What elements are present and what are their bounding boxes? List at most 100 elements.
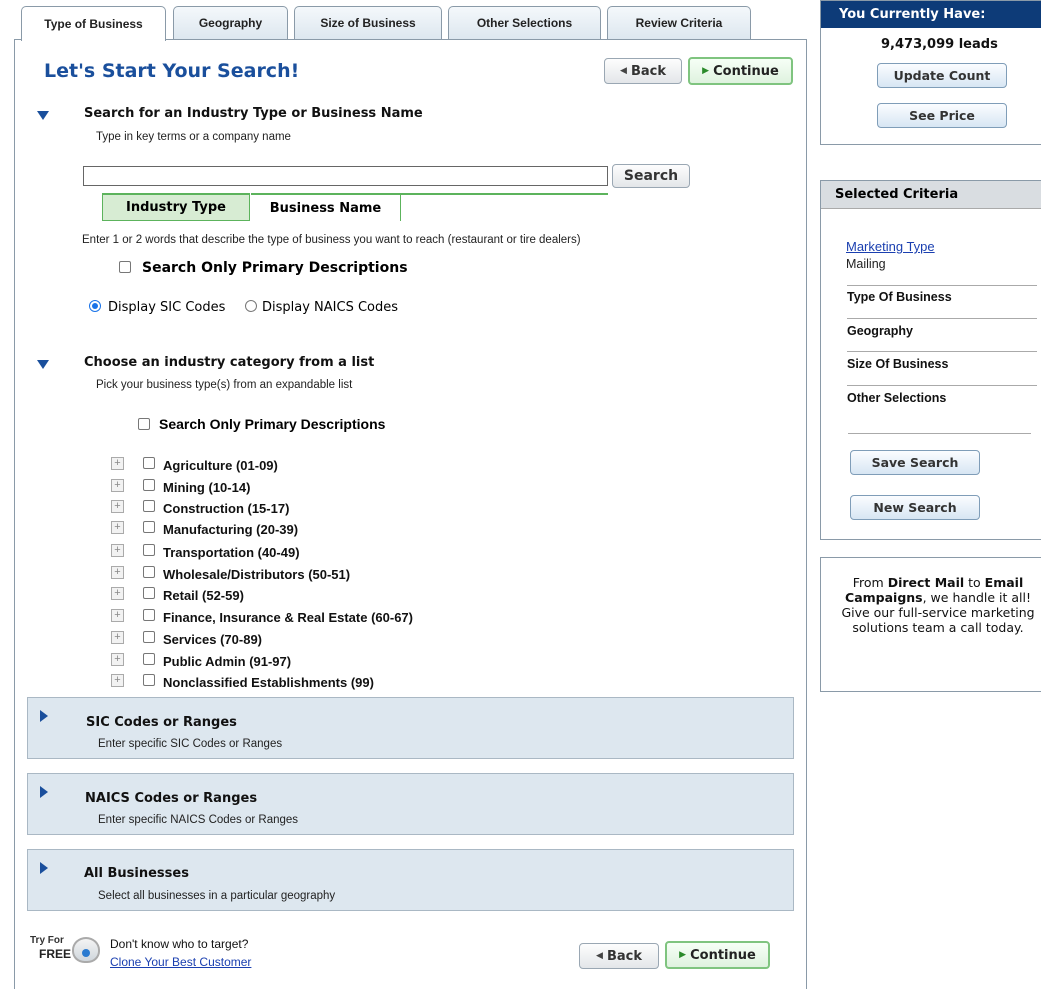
criteria-header: Selected Criteria	[821, 181, 1041, 209]
continue-button-label: Continue	[713, 63, 779, 79]
expand-triangle-icon[interactable]	[37, 360, 49, 369]
subtab-line-right	[401, 193, 608, 195]
sic-radio[interactable]	[89, 300, 101, 312]
right-arrow-icon: ▶	[702, 66, 710, 76]
save-search-button[interactable]: Save Search	[850, 450, 980, 475]
industry-checkbox[interactable]	[143, 653, 155, 665]
industry-checkbox[interactable]	[143, 609, 155, 621]
expand-triangle-icon[interactable]	[40, 710, 48, 722]
expand-plus-icon[interactable]: +	[111, 566, 124, 579]
section-title-all-businesses: All Businesses	[84, 866, 189, 881]
lead-count-value: 9,473,099 leads	[881, 37, 998, 52]
divider	[847, 385, 1037, 386]
mouse-icon	[72, 937, 100, 963]
tab-size-of-business[interactable]: Size of Business	[294, 6, 442, 39]
section-subtitle: Type in key terms or a company name	[96, 131, 291, 143]
footer-question: Don't know who to target?	[110, 937, 249, 951]
see-price-button[interactable]: See Price	[877, 103, 1007, 128]
industry-checkbox[interactable]	[143, 566, 155, 578]
industry-checkbox[interactable]	[143, 500, 155, 512]
section-title-industry-search: Search for an Industry Type or Business …	[84, 106, 423, 121]
industry-checkbox[interactable]	[143, 587, 155, 599]
expand-triangle-icon[interactable]	[40, 862, 48, 874]
footer-continue-button[interactable]: ▶ Continue	[665, 941, 770, 969]
expand-plus-icon[interactable]: +	[111, 609, 124, 622]
industry-label: Retail (52-59)	[163, 588, 244, 603]
industry-label: Construction (15-17)	[163, 501, 290, 516]
clone-customer-link[interactable]: Clone Your Best Customer	[110, 955, 251, 969]
expand-plus-icon[interactable]: +	[111, 479, 124, 492]
industry-label: Mining (10-14)	[163, 480, 251, 495]
industry-checkbox[interactable]	[143, 631, 155, 643]
industry-checkbox[interactable]	[143, 674, 155, 686]
primary-only-label: Search Only Primary Descriptions	[142, 260, 408, 276]
expand-triangle-icon[interactable]	[37, 111, 49, 120]
naics-radio[interactable]	[245, 300, 257, 312]
section-title-naics-codes: NAICS Codes or Ranges	[85, 791, 258, 806]
primary-only-label: Search Only Primary Descriptions	[159, 416, 386, 432]
subtab-industry-type[interactable]: Industry Type	[102, 193, 250, 221]
lead-count-panel: You Currently Have: 9,473,099 leads Upda…	[820, 0, 1041, 145]
section-subtitle: Select all businesses in a particular ge…	[98, 890, 336, 902]
tab-review-criteria[interactable]: Review Criteria	[607, 6, 751, 39]
divider	[847, 285, 1037, 286]
industry-checkbox[interactable]	[143, 544, 155, 556]
sic-radio-label: Display SIC Codes	[108, 300, 226, 315]
page-title: Let's Start Your Search!	[44, 60, 300, 82]
try-for-label: Try For	[30, 935, 64, 946]
industry-label: Public Admin (91-97)	[163, 654, 292, 669]
industry-label: Nonclassified Establishments (99)	[163, 675, 374, 690]
criteria-type-of-business: Type Of Business	[847, 290, 952, 304]
naics-radio-label: Display NAICS Codes	[262, 300, 399, 315]
new-search-button[interactable]: New Search	[850, 495, 980, 520]
industry-checkbox[interactable]	[143, 479, 155, 491]
tab-other-selections[interactable]: Other Selections	[448, 6, 601, 39]
divider	[847, 351, 1037, 352]
expand-plus-icon[interactable]: +	[111, 587, 124, 600]
industry-label: Manufacturing (20-39)	[163, 522, 299, 537]
sic-codes-section[interactable]: SIC Codes or Ranges Enter specific SIC C…	[27, 697, 794, 759]
try-free-badge[interactable]: Try For FREE	[30, 935, 102, 971]
industry-label: Finance, Insurance & Real Estate (60-67)	[163, 610, 413, 625]
expand-plus-icon[interactable]: +	[111, 653, 124, 666]
search-button[interactable]: Search	[612, 164, 690, 188]
industry-checkbox[interactable]	[143, 521, 155, 533]
back-button[interactable]: ◀ Back	[604, 58, 682, 84]
continue-button-label: Continue	[690, 947, 756, 963]
footer-back-button[interactable]: ◀ Back	[579, 943, 659, 969]
section-subtitle: Enter specific SIC Codes or Ranges	[98, 738, 283, 750]
search-input[interactable]	[83, 166, 608, 186]
marketing-type-value: Mailing	[846, 257, 886, 271]
update-count-button[interactable]: Update Count	[877, 63, 1007, 88]
criteria-other-selections: Other Selections	[847, 391, 947, 405]
back-button-label: Back	[606, 948, 642, 964]
industry-hint: Enter 1 or 2 words that describe the typ…	[82, 234, 581, 246]
expand-plus-icon[interactable]: +	[111, 521, 124, 534]
right-arrow-icon: ▶	[679, 950, 687, 960]
marketing-type-link[interactable]: Marketing Type	[846, 239, 935, 254]
section-title-sic-codes: SIC Codes or Ranges	[86, 715, 237, 730]
continue-button[interactable]: ▶ Continue	[688, 57, 793, 85]
industry-checkbox[interactable]	[143, 457, 155, 469]
promo-panel: From Direct Mail to Email Campaigns, we …	[820, 557, 1041, 692]
criteria-geography: Geography	[847, 324, 913, 338]
count-header: You Currently Have:	[821, 1, 1041, 28]
primary-only-checkbox[interactable]	[119, 261, 131, 273]
expand-plus-icon[interactable]: +	[111, 631, 124, 644]
section-subtitle: Pick your business type(s) from an expan…	[96, 379, 353, 391]
expand-plus-icon[interactable]: +	[111, 500, 124, 513]
expand-plus-icon[interactable]: +	[111, 544, 124, 557]
tab-geography[interactable]: Geography	[173, 6, 288, 39]
subtab-business-name[interactable]: Business Name	[251, 193, 401, 221]
expand-plus-icon[interactable]: +	[111, 674, 124, 687]
industry-label: Services (70-89)	[163, 632, 263, 647]
all-businesses-section[interactable]: All Businesses Select all businesses in …	[27, 849, 794, 911]
divider	[847, 318, 1037, 319]
primary-only-checkbox[interactable]	[138, 418, 150, 430]
expand-plus-icon[interactable]: +	[111, 457, 124, 470]
tab-type-of-business[interactable]: Type of Business	[21, 6, 166, 41]
criteria-size-of-business: Size Of Business	[847, 357, 949, 371]
naics-codes-section[interactable]: NAICS Codes or Ranges Enter specific NAI…	[27, 773, 794, 835]
expand-triangle-icon[interactable]	[40, 786, 48, 798]
industry-label: Wholesale/Distributors (50-51)	[163, 567, 351, 582]
